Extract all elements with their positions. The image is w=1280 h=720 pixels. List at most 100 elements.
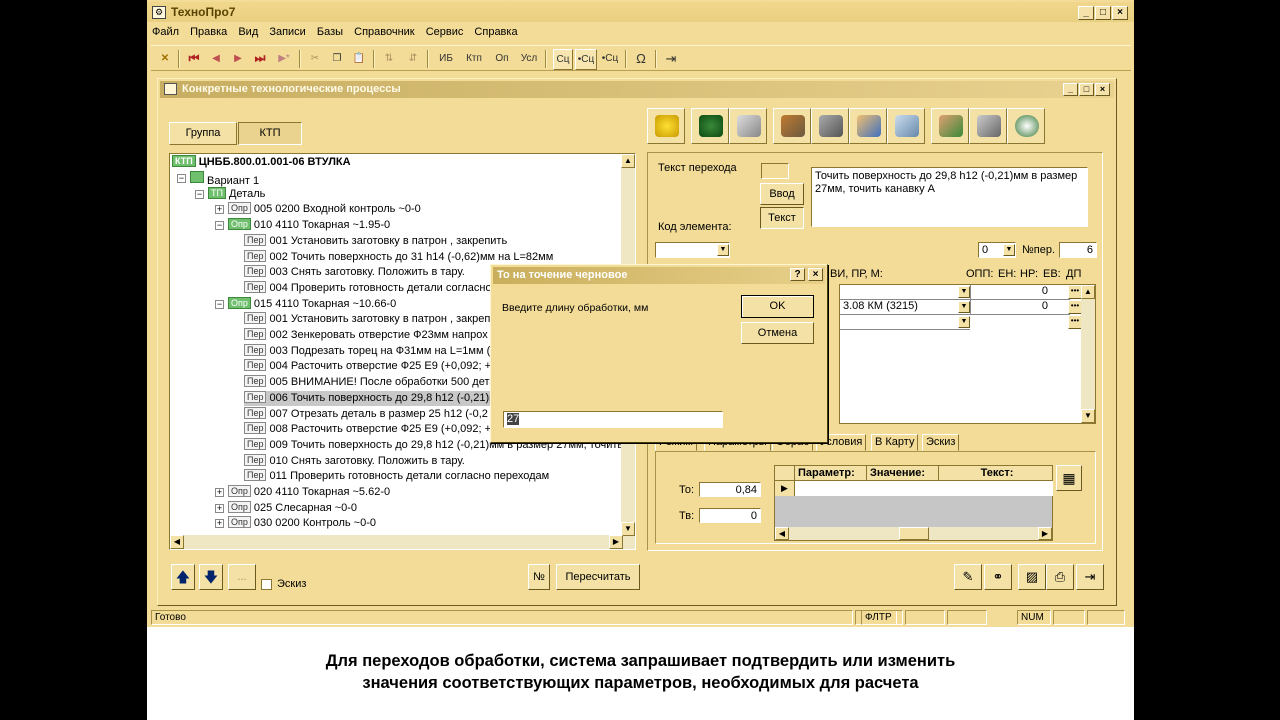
expand-toggle-icon[interactable]: + (215, 205, 224, 215)
measure-button[interactable] (969, 108, 1007, 144)
tree-step[interactable]: Пер 005 ВНИМАНИЕ! После обработки 500 дет… (244, 375, 496, 390)
tb-ktp-button[interactable]: Ктп (461, 49, 487, 70)
scroll-up-icon[interactable]: ▲ (621, 154, 635, 168)
tree-operation[interactable]: Опр 015 4110 Токарная ~10.66-0 (228, 296, 396, 312)
scroll-right-icon[interactable]: ▶ (609, 535, 623, 549)
ellipsis-button[interactable]: ••• (1068, 300, 1082, 314)
text-field[interactable]: Точить поверхность до 29,8 h12 (-0,21)мм… (811, 167, 1088, 227)
material-button[interactable] (729, 108, 767, 144)
expand-toggle-icon[interactable]: − (177, 174, 186, 183)
tree-step[interactable]: Пер 001 Установить заготовку в патрон , з… (244, 312, 490, 327)
filter-icon[interactable]: ✕ (155, 49, 175, 70)
params-row[interactable] (795, 481, 1053, 496)
cancel-button[interactable]: Отмена (741, 322, 814, 344)
ellipsis-button[interactable]: ••• (1068, 285, 1082, 299)
tree-operation[interactable]: Опр 025 Слесарная ~0-0 (228, 500, 357, 516)
tree-step[interactable]: Пер 003 Снять заготовку. Положить в тару. (244, 265, 465, 280)
exit-button[interactable]: ⇥ (1076, 564, 1104, 590)
sort-asc-icon[interactable]: ⇅ (379, 49, 399, 70)
tab-ktp[interactable]: КТП (238, 122, 302, 145)
dropdown-icon[interactable]: ▼ (958, 286, 970, 298)
expand-toggle-icon[interactable]: − (195, 189, 204, 199)
expand-toggle-icon[interactable]: + (215, 519, 224, 529)
prev-record-icon[interactable]: ◀ (207, 49, 225, 70)
tree-step[interactable]: Пер 007 Отрезать деталь в размер 25 h12 (… (244, 406, 488, 422)
calculator-button[interactable]: ▦ (1056, 465, 1082, 491)
tb-sc2-button[interactable]: •Сц (575, 49, 597, 70)
tree-operation[interactable]: Опр 010 4110 Токарная ~1.95-0 (228, 218, 390, 233)
params-hscroll[interactable]: ◀ ▶ (775, 527, 1052, 540)
tree-step[interactable]: Пер 001 Установить заготовку в патрон , з… (244, 233, 507, 249)
menu-records[interactable]: Записи (266, 25, 309, 39)
move-down-button[interactable]: 🡇 (199, 564, 223, 590)
workplace-button[interactable] (773, 108, 811, 144)
scroll-left-icon[interactable]: ◀ (170, 535, 184, 549)
zero-select[interactable]: 0 ▼ (978, 242, 1016, 258)
menu-edit[interactable]: Правка (187, 25, 230, 39)
length-input[interactable]: 27 (503, 411, 723, 428)
move-up-button[interactable]: 🡅 (171, 564, 195, 590)
tab-group[interactable]: Группа (169, 122, 237, 145)
edit-doc-button[interactable]: ✎ (954, 564, 982, 590)
tb-usl-button[interactable]: Усл (517, 49, 541, 70)
scroll-right-icon[interactable]: ▶ (1038, 527, 1052, 540)
grid-row-3[interactable]: ▼ (840, 315, 970, 330)
child-minimize-button[interactable]: _ (1063, 83, 1078, 96)
more-button[interactable]: ... (228, 564, 256, 590)
tree-step[interactable]: Пер 002 Зенкеровать отверстие Ф23мм напро… (244, 328, 488, 343)
last-record-icon[interactable]: ⏭ (251, 49, 269, 70)
recalc-button[interactable]: Пересчитать (556, 564, 640, 590)
help-button[interactable]: ? (790, 268, 805, 281)
params-grid[interactable]: Параметр: Значение: Текст: ▶ ◀ ▶ (774, 465, 1053, 541)
scroll-left-icon[interactable]: ◀ (775, 527, 789, 540)
tree-step[interactable]: Пер 010 Снять заготовку. Положить в тару. (244, 453, 465, 469)
image-button[interactable]: ▨ (1018, 564, 1046, 590)
tree-operation[interactable]: Опр 030 0200 Контроль ~0-0 (228, 516, 376, 531)
subtab-eskiz[interactable]: Эскиз (922, 434, 960, 451)
number-button[interactable]: № (528, 564, 550, 590)
menu-bases[interactable]: Базы (314, 25, 346, 39)
next-record-icon[interactable]: ▶ (229, 49, 247, 70)
child-maximize-button[interactable]: □ (1079, 83, 1094, 96)
tree-operation[interactable]: Опр 020 4110 Токарная ~5.62-0 (228, 485, 390, 500)
scroll-up-icon[interactable]: ▲ (1081, 285, 1095, 299)
grid-row-2[interactable]: 3.08 КМ (3215) (840, 300, 970, 315)
exit-icon[interactable]: ⇥ (661, 49, 681, 70)
close-button[interactable]: × (1112, 6, 1128, 20)
ellipsis-button[interactable]: ••• (1068, 315, 1082, 329)
tv-field[interactable]: 0 (699, 508, 761, 523)
gear-gold-button[interactable] (647, 108, 685, 144)
scroll-down-icon[interactable]: ▼ (1081, 409, 1095, 423)
dropdown-icon[interactable]: ▼ (717, 244, 729, 256)
nper-field[interactable]: 6 (1059, 242, 1097, 258)
gear-green-button[interactable] (691, 108, 729, 144)
tree-step[interactable]: Пер 002 Точить поверхность до 31 h14 (-0,… (244, 249, 553, 265)
tree-node[interactable]: ТП Деталь (208, 186, 265, 202)
menu-reference[interactable]: Справочник (351, 25, 418, 39)
tree-step[interactable]: Пер 004 Проверить готовность детали согла… (244, 280, 492, 296)
tree-node[interactable]: Вариант 1 (190, 171, 259, 187)
tb-sc-button[interactable]: Сц (553, 49, 573, 70)
dropdown-icon[interactable]: ▼ (958, 316, 970, 328)
tb-sc3-button[interactable]: •Сц (599, 49, 621, 70)
sort-desc-icon[interactable]: ⇵ (403, 49, 423, 70)
expand-toggle-icon[interactable]: − (215, 299, 224, 309)
dropdown-icon[interactable]: ▼ (1003, 244, 1015, 256)
dialog-close-button[interactable]: × (808, 268, 823, 281)
expand-toggle-icon[interactable]: + (215, 488, 224, 497)
maximize-button[interactable]: □ (1095, 6, 1111, 20)
menu-view[interactable]: Вид (235, 25, 261, 39)
tekst-button[interactable]: Текст (760, 207, 804, 229)
ok-button[interactable]: OK (741, 295, 814, 318)
copy-icon[interactable]: ❐ (328, 49, 346, 70)
scroll-thumb[interactable] (899, 527, 929, 540)
menu-file[interactable]: Файл (149, 25, 182, 39)
grid-vscroll[interactable]: ▲ ▼ (1081, 285, 1095, 423)
workers-button[interactable] (849, 108, 887, 144)
to-field[interactable]: 0,84 (699, 482, 761, 497)
new-record-icon[interactable]: ▶* (273, 49, 295, 70)
vvod-button[interactable]: Ввод (760, 183, 804, 205)
code-select[interactable]: ▼ (655, 242, 730, 258)
scroll-down-icon[interactable]: ▼ (621, 522, 635, 536)
tree-step[interactable]: Пер 003 Подрезать торец на Ф31мм на L=1мм… (244, 343, 490, 359)
